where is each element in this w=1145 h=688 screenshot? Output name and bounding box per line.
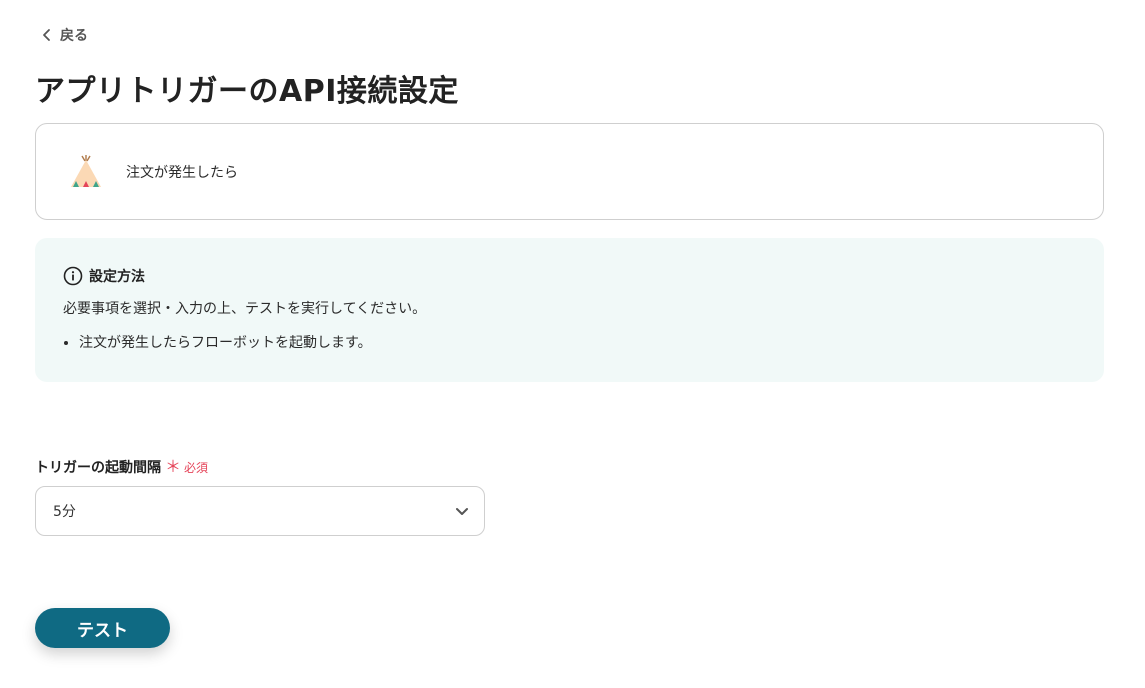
info-list: 注文が発生したらフローボットを起動します。: [63, 332, 1104, 352]
interval-select-value: 5分: [53, 504, 76, 520]
test-button[interactable]: テスト: [35, 608, 170, 648]
interval-select[interactable]: 5分: [35, 486, 485, 536]
info-icon: [63, 266, 83, 286]
back-label: 戻る: [60, 28, 88, 44]
info-description: 必要事項を選択・入力の上、テストを実行してください。: [63, 301, 427, 317]
info-box: 設定方法 必要事項を選択・入力の上、テストを実行してください。 注文が発生したら…: [35, 238, 1104, 382]
chevron-left-icon: [43, 29, 50, 41]
back-link[interactable]: 戻る: [40, 25, 88, 45]
interval-field-label: トリガーの起動間隔 ＊ 必須: [35, 457, 208, 477]
required-indicator: ＊ 必須: [165, 459, 208, 476]
trigger-card: 注文が発生したら: [35, 123, 1104, 220]
list-item: 注文が発生したらフローボットを起動します。: [79, 332, 1104, 352]
chevron-down-icon: [456, 508, 468, 515]
info-heading-text: 設定方法: [89, 269, 145, 285]
info-heading: 設定方法: [63, 266, 1104, 286]
teepee-app-icon: [71, 154, 101, 187]
required-asterisk: ＊: [165, 457, 182, 476]
page: 戻る アプリトリガーのAPI接続設定 注文が発生したら 設定方法 必要事項を選択…: [0, 0, 1145, 688]
interval-label-text: トリガーの起動間隔: [35, 460, 161, 476]
page-title: アプリトリガーのAPI接続設定: [35, 74, 459, 109]
required-text: 必須: [184, 460, 209, 475]
trigger-label: 注文が発生したら: [126, 164, 238, 181]
